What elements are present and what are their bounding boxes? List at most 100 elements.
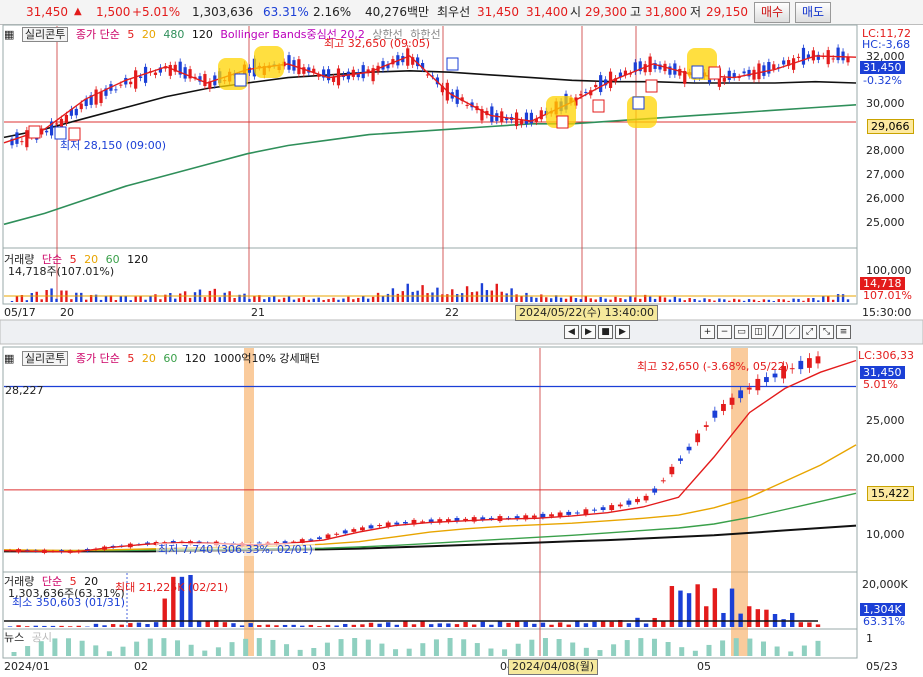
top-volume-bar — [129, 300, 132, 302]
top-candle — [203, 74, 207, 87]
zoom-out-icon[interactable]: − — [717, 325, 732, 339]
bottom-candle — [549, 514, 554, 517]
step-back-icon[interactable]: ◀ — [564, 325, 579, 339]
top-volume-bar — [772, 301, 775, 302]
trend-icon[interactable]: ⟋ — [785, 325, 800, 339]
zoom-in-icon[interactable]: + — [700, 325, 715, 339]
play-icon[interactable]: ▶ — [581, 325, 596, 339]
expand-icon[interactable]: ⤢ — [802, 325, 817, 339]
bottom-volume-bar — [540, 622, 546, 627]
news-bar — [474, 643, 480, 656]
panel-grip-icon[interactable]: ▦ — [4, 28, 14, 41]
news-bar — [502, 649, 508, 656]
bottom-volume-bar — [93, 623, 99, 627]
top-trade-marker-B — [556, 115, 569, 129]
step-forward-icon[interactable]: ▶ — [615, 325, 630, 339]
top-volume-bar — [742, 300, 746, 302]
bottom-volume-bar — [368, 622, 374, 627]
bottom-volume-bar — [747, 606, 752, 627]
top-stock-tab[interactable]: 실리콘투 — [21, 27, 69, 42]
top-candle — [599, 75, 603, 93]
top-volume-bar — [500, 291, 503, 302]
top-volume-bar — [762, 299, 766, 302]
news-bar — [529, 639, 535, 656]
top-candle — [579, 93, 583, 96]
stop-icon[interactable]: ■ — [598, 325, 613, 339]
bottom-candle — [669, 466, 675, 475]
bottom-candle — [695, 433, 701, 443]
top-volume-bar — [40, 299, 43, 302]
news-bar — [393, 649, 399, 656]
news-tick: 1 — [866, 632, 873, 645]
top-trade-marker-S — [234, 73, 247, 87]
bottom-volume-bar — [239, 625, 245, 627]
top-candle — [801, 47, 806, 65]
top-vol-p4: 120 — [127, 253, 149, 266]
top-ytick-30000: 30,000 — [866, 97, 905, 110]
top-volume-bar — [624, 299, 627, 302]
top-volume-bar — [381, 296, 385, 302]
top-volume-bar — [787, 300, 790, 302]
top-volume-bar — [535, 297, 538, 302]
top-volume-bar — [426, 293, 429, 302]
news-bar — [284, 644, 290, 656]
bottom-stock-tab[interactable]: 실리콘투 — [21, 351, 69, 366]
top-candle — [465, 104, 469, 106]
top-volume-bar — [812, 297, 815, 302]
bottom-candle — [660, 480, 666, 482]
shrink-icon[interactable]: ⤡ — [819, 325, 834, 339]
top-volume-bar — [342, 298, 345, 302]
draw-line-icon[interactable]: ╱ — [768, 325, 783, 339]
bottom-candle — [738, 390, 744, 399]
top-candle — [594, 84, 598, 88]
top-volume-bar — [99, 299, 103, 302]
bottom-volume-bar — [643, 623, 649, 627]
top-ma480-line — [3, 104, 857, 226]
top-volume-bar — [114, 300, 118, 302]
fit-icon[interactable]: ▭ — [734, 325, 749, 339]
panel-grip-icon[interactable]: ▦ — [4, 352, 14, 365]
news-bar — [352, 638, 358, 656]
top-volume-bar — [396, 293, 400, 302]
top-volume-bar — [169, 293, 172, 302]
bottom-volume-bar — [420, 621, 425, 627]
news-bar — [733, 638, 739, 656]
top-vol-tick-100000: 100,000 — [866, 264, 912, 277]
top-volume-bar — [277, 299, 281, 302]
top-volume-bar — [698, 300, 701, 302]
top-candle — [45, 130, 49, 133]
top-volume-bar — [243, 293, 246, 302]
top-volume-bar — [292, 299, 296, 302]
news-bar — [611, 644, 617, 656]
settings-icon[interactable]: ≡ — [836, 325, 851, 339]
bottom-vol-min: 최소 350,603 (01/31) — [12, 596, 126, 609]
bottom-candle — [540, 513, 546, 518]
top-candle — [168, 64, 172, 76]
bottom-volume-bar — [50, 625, 56, 627]
bottom-ma-p3: 60 — [163, 352, 178, 365]
bottom-volume-bar — [798, 622, 804, 627]
bottom-candle — [403, 521, 408, 524]
split-icon[interactable]: ◫ — [751, 325, 766, 339]
top-candle — [519, 120, 524, 125]
top-volume-bar — [174, 298, 177, 302]
bottom-volume-bar — [153, 622, 159, 627]
news-bar — [229, 642, 235, 656]
bottom-candle — [815, 356, 821, 364]
top-candle — [143, 66, 148, 83]
bottom-volume-bar — [42, 625, 47, 627]
top-candle — [134, 70, 138, 89]
news-bar — [175, 640, 181, 656]
bottom-volume-bar — [463, 621, 468, 627]
top-candle — [247, 67, 252, 73]
top-volume-bar — [223, 292, 226, 302]
bottom-volume-bar — [609, 621, 614, 627]
top-candle — [425, 74, 430, 76]
top-trade-marker-S — [632, 96, 645, 110]
news-legend: 뉴스 공시 — [4, 629, 56, 645]
news-bar — [706, 644, 712, 656]
top-candle — [811, 50, 815, 61]
news-bar — [297, 649, 303, 656]
news-bar — [134, 641, 140, 656]
top-volume-bar — [85, 299, 88, 302]
